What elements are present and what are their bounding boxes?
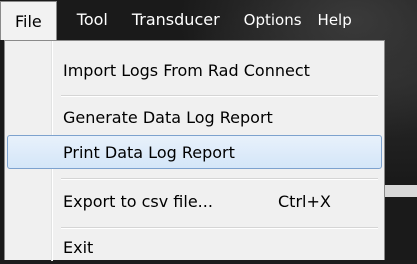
menu-options[interactable]: Options: [232, 0, 314, 40]
menu-help[interactable]: Help: [314, 0, 364, 40]
menu-item-label: Generate Data Log Report: [63, 107, 273, 127]
menu-transducer[interactable]: Transducer: [120, 0, 232, 40]
menu-separator: [61, 227, 378, 229]
menu-separator: [61, 178, 378, 180]
menu-tool[interactable]: Tool: [65, 0, 120, 40]
menu-bar: File Tool Transducer Options Help: [0, 0, 417, 40]
background-window-strip: [385, 185, 417, 197]
menu-item-generate-report[interactable]: Generate Data Log Report: [7, 100, 382, 134]
menu-item-print-report[interactable]: Print Data Log Report: [7, 135, 382, 169]
menu-item-export-csv[interactable]: Export to csv file... Ctrl+X: [7, 184, 382, 218]
menu-separator: [61, 95, 378, 97]
menu-file[interactable]: File: [0, 1, 57, 40]
menu-item-shortcut: Ctrl+X: [278, 191, 331, 211]
menu-item-label: Export to csv file...: [63, 191, 213, 211]
menu-item-exit[interactable]: Exit: [7, 230, 382, 264]
menu-item-label: Import Logs From Rad Connect: [63, 60, 310, 80]
menu-item-label: Exit: [63, 237, 94, 257]
menu-item-label: Print Data Log Report: [63, 142, 235, 162]
menu-item-import-logs[interactable]: Import Logs From Rad Connect: [7, 53, 382, 87]
file-dropdown-menu: Import Logs From Rad Connect Generate Da…: [4, 40, 385, 261]
